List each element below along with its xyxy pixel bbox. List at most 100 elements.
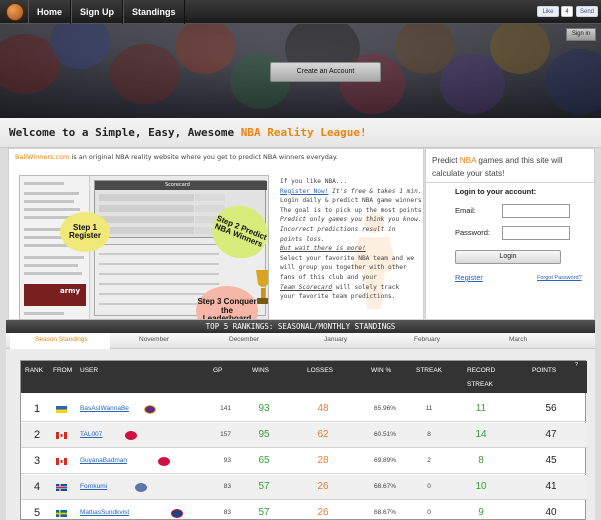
site-pitch: If you like NBA... Register Now! It's fr… <box>280 177 425 302</box>
site-name: BallWinners.com <box>15 153 70 161</box>
intro-body: is an original NBA reality website where… <box>69 153 338 161</box>
preview-line <box>99 253 219 255</box>
header-wins[interactable]: WINS <box>252 367 269 374</box>
tab-january[interactable]: January <box>324 336 347 343</box>
register-now-link[interactable]: Register Now! <box>280 188 328 195</box>
preview-row <box>99 216 194 223</box>
flag-canada-icon <box>56 432 67 439</box>
preview-line <box>24 256 84 259</box>
facebook-like-button[interactable]: Like <box>537 6 559 17</box>
cell-streak: 11 <box>425 405 433 412</box>
preview-line <box>99 263 219 265</box>
help-icon[interactable]: ? <box>575 362 578 368</box>
login-button[interactable]: Login <box>455 250 561 264</box>
signin-button[interactable]: Sign in <box>566 28 596 41</box>
preview-row <box>99 227 194 234</box>
header-streak[interactable]: STREAK <box>416 367 442 374</box>
trophy-icon <box>256 270 268 304</box>
preview-line <box>99 283 219 285</box>
cell-record-streak: 9 <box>478 507 484 518</box>
rankings-section: TOP 5 RANKINGS: SEASONAL/MONTHLY STANDIN… <box>6 320 595 520</box>
preview-line <box>24 312 64 315</box>
site-preview-image: army Scorecard Step 1 Register Step 2 Pr… <box>19 175 269 320</box>
header-record[interactable]: RECORD <box>467 367 495 374</box>
tagline-highlight: NBA <box>459 156 477 165</box>
header-from[interactable]: FROM <box>53 367 72 374</box>
cell-gp: 93 <box>223 457 231 464</box>
user-link[interactable]: GuyanaBadman <box>80 457 127 464</box>
create-account-button[interactable]: Create an Account <box>270 62 381 82</box>
table-row: 2 TAL007 157 95 62 60.51% 8 14 47 <box>21 423 587 448</box>
cell-rank: 1 <box>33 403 41 415</box>
cell-wins: 57 <box>258 507 270 518</box>
tab-november[interactable]: November <box>139 336 169 343</box>
tab-march[interactable]: March <box>509 336 527 343</box>
welcome-bar: Welcome to a Simple, Easy, Awesome NBA R… <box>0 118 601 148</box>
welcome-heading: Welcome to a Simple, Easy, Awesome NBA R… <box>9 126 367 139</box>
rankings-tabs: Season Standings November December Janua… <box>6 333 595 349</box>
tab-december[interactable]: December <box>229 336 259 343</box>
forgot-password-link[interactable]: Forgot Password? <box>537 275 582 281</box>
cell-wins: 93 <box>258 403 270 414</box>
nav-signup[interactable]: Sign Up <box>71 0 124 24</box>
cell-win-pct: 60.51% <box>373 431 397 438</box>
cell-streak: 0 <box>427 509 431 516</box>
facebook-send-button[interactable]: Send <box>576 6 598 17</box>
table-row: 3 GuyanaBadman 93 65 28 69.89% 2 8 45 <box>21 449 587 474</box>
cell-gp: 83 <box>223 509 231 516</box>
pitch-line: If you like NBA... <box>280 178 348 185</box>
cell-gp: 141 <box>220 405 231 412</box>
tab-season-standings[interactable]: Season Standings <box>35 336 88 343</box>
cell-record-streak: 11 <box>475 403 487 414</box>
flag-ukraine-icon <box>56 406 67 413</box>
user-link[interactable]: MattiasSundkvist <box>80 509 129 516</box>
user-link[interactable]: Fornkumi <box>80 483 107 490</box>
cell-gp: 157 <box>220 431 231 438</box>
header-user[interactable]: USER <box>80 367 98 374</box>
header-losses[interactable]: LOSSES <box>307 367 333 374</box>
header-points[interactable]: POINTS <box>532 367 556 374</box>
nav-home[interactable]: Home <box>28 0 72 24</box>
basketball-logo-icon[interactable] <box>6 3 24 21</box>
lakers-logo-icon <box>144 405 156 414</box>
table-row: 4 Fornkumi 83 57 26 68.67% 0 10 41 <box>21 475 587 500</box>
preview-army-label: army <box>60 287 81 295</box>
raptors-logo-icon <box>158 457 170 466</box>
table-header: RANK FROM USER GP WINS LOSSES WIN % STRE… <box>21 361 587 393</box>
pitch-line: points loss. <box>280 235 325 243</box>
tab-february[interactable]: February <box>414 336 440 343</box>
cell-win-pct: 65.96% <box>373 405 397 412</box>
raptors-logo-icon <box>125 431 137 440</box>
nav-standings[interactable]: Standings <box>123 0 185 24</box>
password-field[interactable] <box>502 226 570 240</box>
pitch-line: But wait there is more! <box>280 245 366 253</box>
pitch-line: will group you together with other <box>280 264 407 272</box>
cell-rank: 2 <box>33 429 41 441</box>
email-field[interactable] <box>502 204 570 218</box>
header-gp[interactable]: GP <box>213 367 222 374</box>
password-label: Password: <box>455 228 491 237</box>
welcome-prefix: Welcome to a Simple, Easy, Awesome <box>9 126 241 139</box>
register-link[interactable]: Register <box>455 273 483 282</box>
preview-row <box>99 194 194 201</box>
tagline-part: Predict <box>432 156 460 165</box>
predict-tagline: Predict NBA games and this site will cal… <box>432 154 592 180</box>
user-link[interactable]: TAL007 <box>80 431 102 438</box>
header-rank[interactable]: RANK <box>25 367 43 374</box>
flag-canada-icon <box>56 458 67 465</box>
flag-sweden-icon <box>56 510 67 517</box>
preview-line <box>24 192 79 195</box>
table-row: 5 MattiasSundkvist 83 57 26 68.67% 0 9 4… <box>21 501 587 520</box>
pitch-line: Register Now! It's free & takes 1 min. <box>280 187 425 197</box>
preview-line <box>24 264 78 267</box>
preview-line <box>99 293 219 295</box>
team-scorecard-link[interactable]: Team Scorecard <box>280 284 332 291</box>
header-record-streak[interactable]: STREAK <box>467 381 493 388</box>
clippers-logo-icon <box>171 509 183 518</box>
step1-badge: Step 1 Register <box>60 212 110 252</box>
cell-win-pct: 69.89% <box>373 457 397 464</box>
preview-cell <box>195 194 225 201</box>
user-link[interactable]: BasAsIWannaBe <box>80 405 129 412</box>
preview-line <box>24 182 64 185</box>
header-win-pct[interactable]: WIN % <box>371 367 391 374</box>
